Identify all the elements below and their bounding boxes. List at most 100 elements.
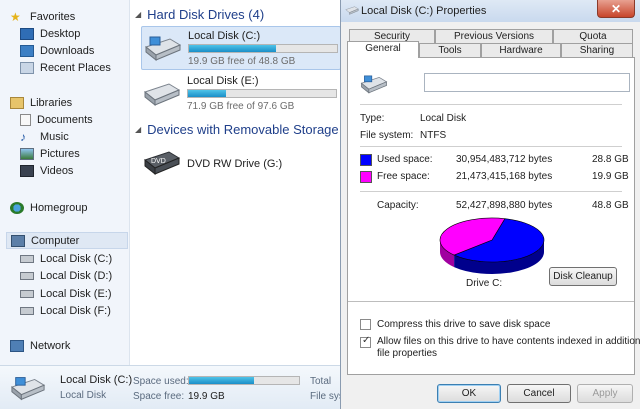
close-button[interactable]: ✕ — [597, 0, 635, 18]
nav-recent-places[interactable]: Recent Places — [20, 59, 111, 76]
nav-homegroup[interactable]: Homegroup — [10, 199, 87, 216]
nav-disk-e-label: Local Disk (E:) — [40, 287, 112, 300]
dvd-icon-label: DVD — [151, 158, 166, 165]
nav-libraries-label: Libraries — [30, 96, 73, 109]
details-pane: Local Disk (C:) Local Disk Space used: S… — [0, 365, 347, 409]
removable-storage-label: Devices with Removable Storage ( — [147, 122, 341, 137]
details-usage-bar — [188, 376, 300, 385]
nav-network-label: Network — [30, 339, 71, 352]
hard-drive-icon — [345, 6, 359, 15]
nav-homegroup-label: Homegroup — [30, 201, 88, 214]
content-pane: ◢ Hard Disk Drives (4) Local Disk (C:) 1… — [131, 0, 341, 365]
nav-disk-d[interactable]: Local Disk (D:) — [20, 267, 112, 284]
drive-usage-bar — [188, 44, 338, 53]
tab-sharing[interactable]: Sharing — [561, 43, 633, 57]
index-label-line2: file properties — [377, 348, 438, 359]
cancel-button[interactable]: Cancel — [507, 384, 571, 403]
star-icon: ★ — [10, 9, 21, 24]
hard-drive-icon — [360, 75, 388, 94]
details-space-used-label: Space used: — [133, 376, 189, 387]
drive-free-space: 19.9 GB free of 48.8 GB — [188, 56, 296, 67]
nav-downloads[interactable]: Downloads — [20, 42, 94, 59]
details-space-free-label: Space free: — [133, 391, 185, 402]
music-note-icon: ♪ — [20, 129, 26, 144]
free-space-swatch — [360, 171, 372, 183]
removable-storage-header[interactable]: ◢ Devices with Removable Storage ( — [135, 122, 341, 137]
drive-label-input[interactable] — [424, 73, 630, 92]
drive-name: Local Disk (C:) — [188, 30, 261, 42]
nav-downloads-label: Downloads — [40, 44, 95, 57]
nav-music[interactable]: ♪ Music — [20, 128, 69, 145]
dialog-titlebar[interactable]: Local Disk (C:) Properties ✕ — [341, 0, 640, 22]
general-tab-panel: Type: Local Disk File system: NTFS Used … — [347, 57, 640, 375]
nav-computer[interactable]: Computer — [6, 232, 128, 249]
navigation-pane: ★ Favorites Desktop Downloads Recent Pla… — [0, 0, 130, 365]
type-value: Local Disk — [420, 113, 467, 124]
used-space-swatch — [360, 154, 372, 166]
capacity-gb: 48.8 GB — [592, 200, 629, 211]
drive-usage-bar — [187, 89, 337, 98]
dialog-title: Local Disk (C:) Properties — [361, 5, 487, 17]
nav-recent-label: Recent Places — [40, 61, 111, 74]
drive-icon — [20, 306, 34, 315]
compress-label: Compress this drive to save disk space — [377, 319, 551, 330]
downloads-icon — [20, 44, 34, 57]
nav-favorites[interactable]: ★ Favorites — [10, 8, 75, 25]
nav-favorites-label: Favorites — [30, 10, 76, 23]
videos-icon — [20, 164, 34, 177]
tab-general[interactable]: General — [347, 41, 419, 58]
capacity-bytes: 52,427,898,880 bytes — [456, 200, 553, 211]
tab-hardware[interactable]: Hardware — [481, 43, 561, 57]
drive-tile-c[interactable]: Local Disk (C:) 19.9 GB free of 48.8 GB — [141, 26, 341, 70]
nav-pictures-label: Pictures — [40, 147, 80, 160]
libraries-icon — [10, 96, 24, 109]
nav-libraries[interactable]: Libraries — [10, 94, 72, 111]
pictures-icon — [20, 147, 34, 160]
separator — [360, 104, 622, 105]
documents-icon — [20, 113, 31, 126]
nav-pictures[interactable]: Pictures — [20, 145, 80, 162]
drive-icon — [20, 289, 34, 298]
homegroup-icon — [10, 201, 24, 214]
compress-checkbox[interactable] — [360, 319, 371, 330]
drive-free-space: 71.9 GB free of 97.6 GB — [187, 101, 295, 112]
nav-desktop-label: Desktop — [40, 27, 81, 40]
apply-button[interactable]: Apply — [577, 384, 633, 403]
nav-disk-e[interactable]: Local Disk (E:) — [20, 285, 112, 302]
capacity-label: Capacity: — [377, 200, 419, 211]
details-drive-type: Local Disk — [60, 390, 107, 401]
nav-disk-c[interactable]: Local Disk (C:) — [20, 250, 112, 267]
drive-tile-dvd[interactable]: DVD DVD RW Drive (G:) — [141, 142, 341, 186]
separator — [360, 146, 622, 147]
nav-videos[interactable]: Videos — [20, 162, 73, 179]
nav-disk-f[interactable]: Local Disk (F:) — [20, 302, 111, 319]
type-label: Type: — [360, 113, 385, 124]
free-space-bytes: 21,473,415,168 bytes — [456, 171, 553, 182]
free-space-gb: 19.9 GB — [592, 171, 629, 182]
tab-previous-versions[interactable]: Previous Versions — [435, 29, 553, 43]
nav-disk-c-label: Local Disk (C:) — [40, 252, 113, 265]
collapse-arrow-icon: ◢ — [135, 125, 142, 134]
tab-quota[interactable]: Quota — [553, 29, 633, 43]
tab-tools[interactable]: Tools — [419, 43, 481, 57]
close-icon: ✕ — [610, 1, 622, 16]
filesystem-value: NTFS — [420, 130, 447, 141]
nav-desktop[interactable]: Desktop — [20, 25, 80, 42]
nav-videos-label: Videos — [40, 164, 74, 177]
drive-tile-e[interactable]: Local Disk (E:) 71.9 GB free of 97.6 GB — [141, 72, 341, 116]
index-checkbox[interactable] — [360, 335, 371, 348]
nav-documents[interactable]: Documents — [20, 111, 93, 128]
nav-disk-f-label: Local Disk (F:) — [40, 304, 111, 317]
computer-icon — [11, 234, 25, 247]
nav-computer-label: Computer — [31, 234, 80, 247]
hard-drive-icon — [10, 377, 46, 401]
hard-disk-drives-header[interactable]: ◢ Hard Disk Drives (4) — [135, 7, 264, 22]
collapse-arrow-icon: ◢ — [135, 10, 142, 19]
nav-documents-label: Documents — [37, 113, 93, 126]
nav-network[interactable]: Network — [10, 337, 70, 354]
disk-usage-pie-chart — [439, 217, 545, 274]
disk-cleanup-button[interactable]: Disk Cleanup — [549, 267, 617, 286]
drive-icon — [20, 254, 34, 263]
details-total-label: Total — [310, 376, 332, 387]
ok-button[interactable]: OK — [437, 384, 501, 403]
